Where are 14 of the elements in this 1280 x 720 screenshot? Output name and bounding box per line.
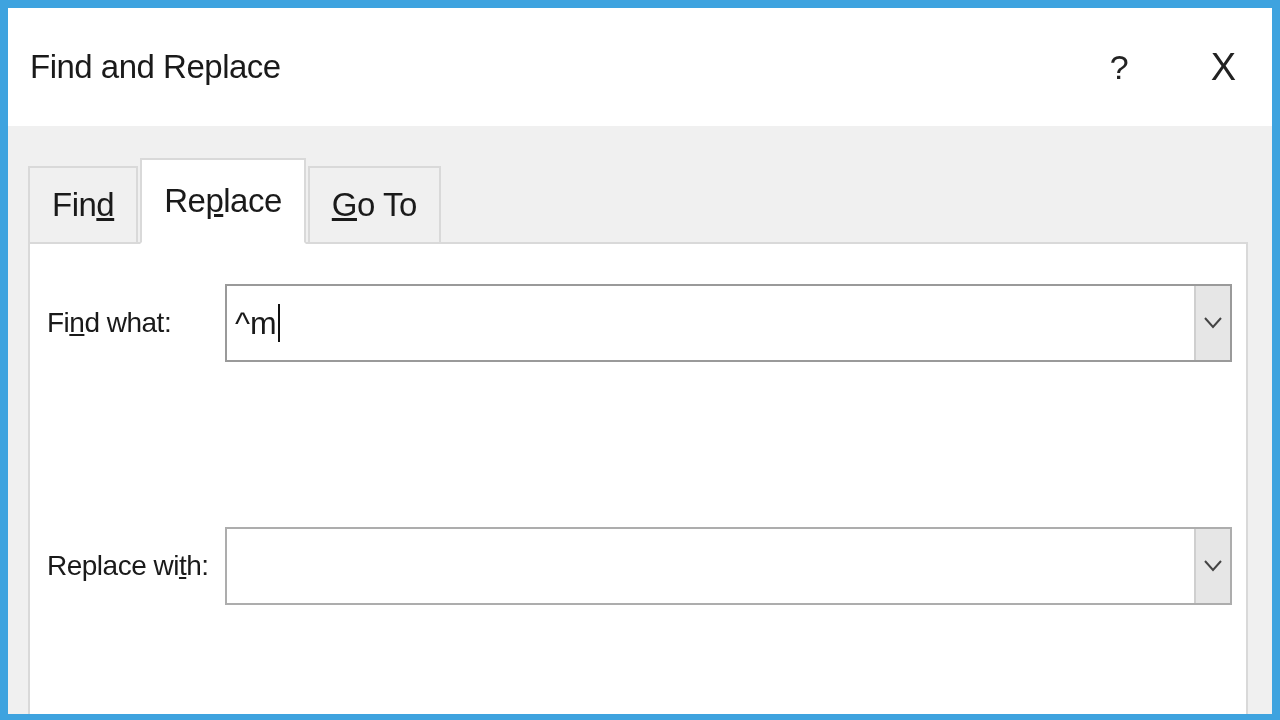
field-label: Find what:	[47, 307, 173, 339]
chevron-down-icon	[1204, 317, 1222, 329]
tab[interactable]: Replace	[140, 158, 306, 244]
combo-field[interactable]	[225, 527, 1232, 605]
dropdown-button[interactable]	[1194, 529, 1230, 603]
close-button[interactable]: X	[1204, 45, 1242, 89]
dropdown-button[interactable]	[1194, 286, 1230, 360]
field-label: Replace with:	[47, 550, 210, 582]
help-button[interactable]: ?	[1103, 47, 1135, 87]
combo-field[interactable]: ^m	[225, 284, 1232, 362]
tab[interactable]: Find	[28, 166, 139, 244]
window-title: Find and Replace	[30, 48, 282, 86]
chevron-down-icon	[1204, 560, 1222, 572]
tab[interactable]: Go To	[307, 166, 441, 244]
